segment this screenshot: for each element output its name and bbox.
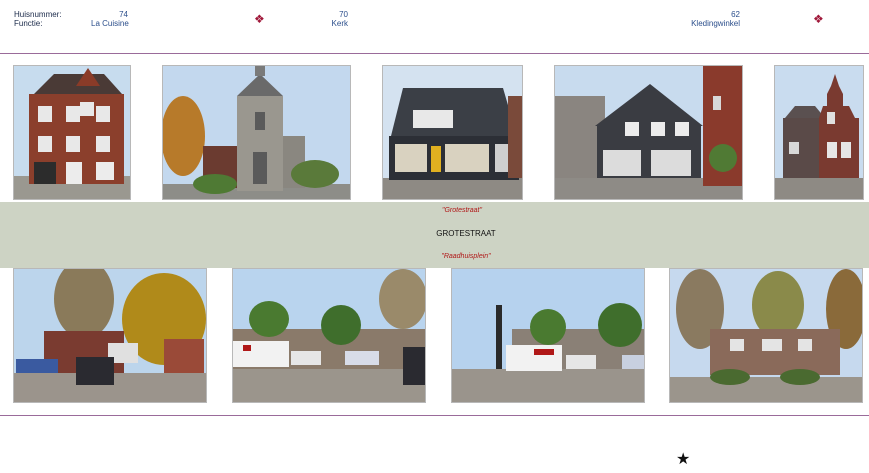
photo-house-74 (13, 65, 131, 200)
diamond-icon: ❖ (813, 12, 824, 26)
top-divider (0, 53, 869, 54)
photo-square-1 (13, 268, 207, 403)
function-2: Kerk (331, 19, 348, 28)
function-1: La Cuisine (91, 19, 129, 28)
photo-shop-2 (554, 65, 743, 200)
street-name: GROTESTRAAT (436, 229, 496, 238)
star-icon: ★ (676, 451, 691, 468)
photo-gable-house (774, 65, 864, 200)
photo-square-4 (669, 268, 863, 403)
street-quote-bottom: "Raadhuisplein" (441, 253, 491, 260)
photo-square-3 (451, 268, 645, 403)
photo-square-2 (232, 268, 426, 403)
photo-church-70 (162, 65, 351, 200)
bottom-divider (0, 415, 869, 416)
function-3: Kledingwinkel (691, 19, 740, 28)
functie-label: Functie: (14, 19, 43, 28)
photo-shop-62 (382, 65, 523, 200)
diamond-icon: ❖ (254, 12, 265, 26)
street-quote-top: "Grotestraat" (442, 207, 482, 214)
